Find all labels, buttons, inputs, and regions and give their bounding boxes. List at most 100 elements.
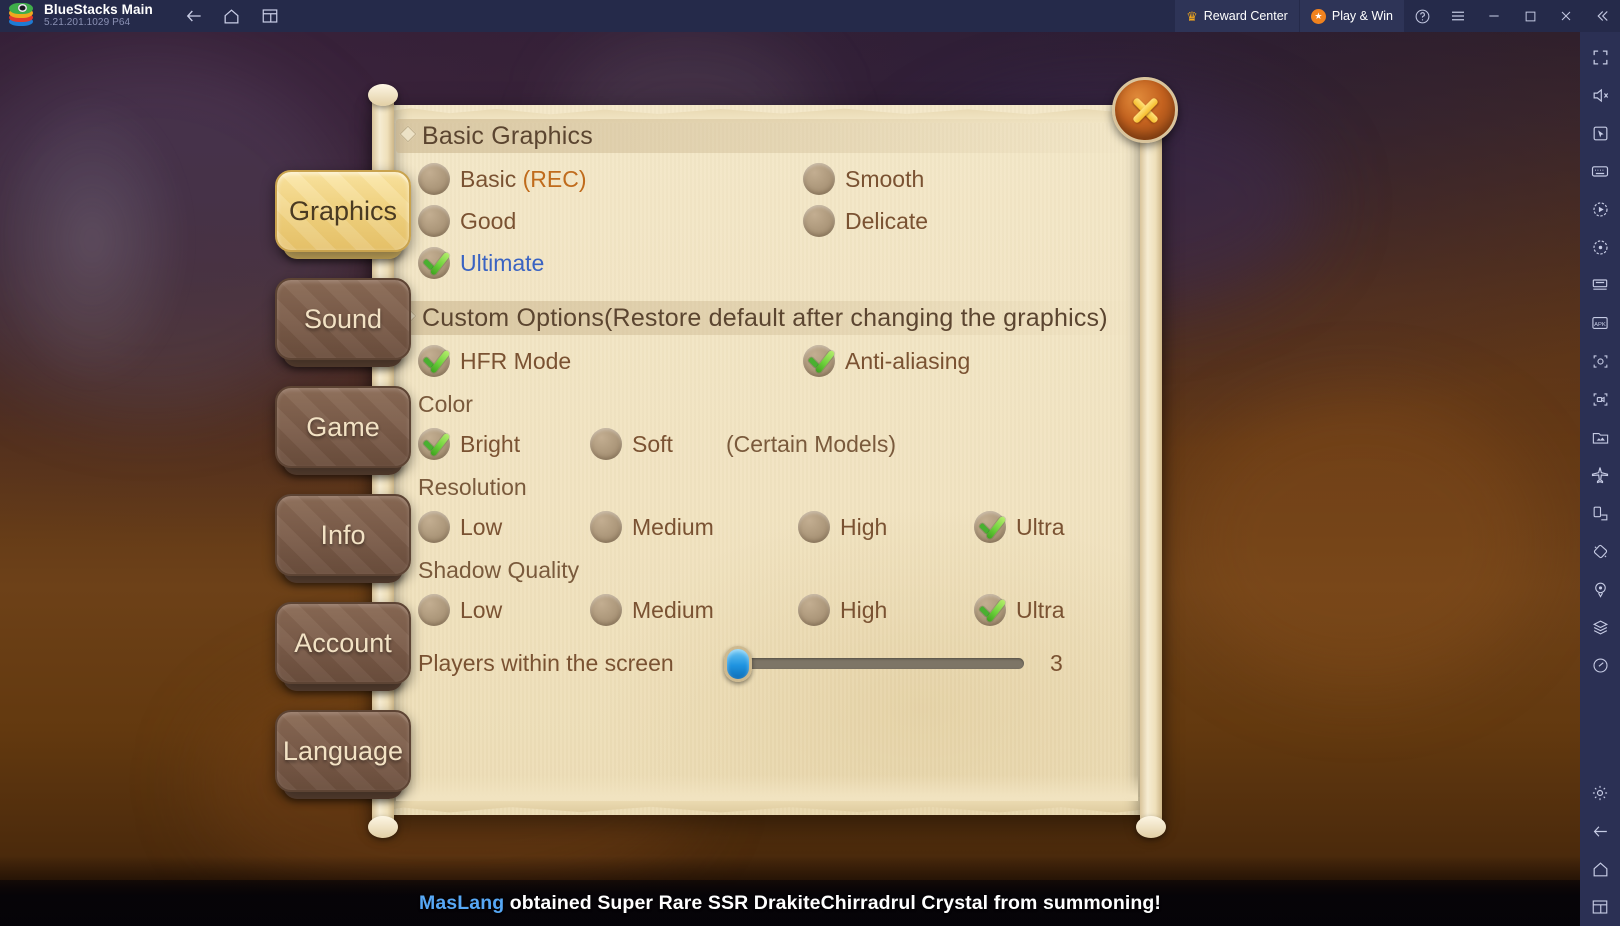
- option-resolution-low-label: Low: [460, 513, 503, 540]
- record-video-button[interactable]: [1580, 380, 1620, 418]
- option-good[interactable]: Good: [418, 205, 803, 237]
- location-icon: [1594, 582, 1606, 598]
- section-header-custom-options: Custom Options(Restore default after cha…: [396, 301, 1138, 335]
- rail-recents-button[interactable]: [1580, 888, 1620, 926]
- option-resolution-low[interactable]: Low: [418, 511, 590, 543]
- screenshot-icon: [1593, 354, 1607, 368]
- script-button[interactable]: [1580, 228, 1620, 266]
- players-within-screen-row: Players within the screen 3: [418, 645, 1138, 682]
- install-apk-button[interactable]: APK: [1580, 304, 1620, 342]
- option-resolution-ultra[interactable]: Ultra: [974, 511, 1065, 543]
- back-button[interactable]: [177, 1, 211, 31]
- option-smooth[interactable]: Smooth: [803, 163, 924, 195]
- option-ultimate[interactable]: Ultimate: [418, 247, 803, 279]
- home-button[interactable]: [215, 1, 249, 31]
- radio-basic-rec-icon: [418, 163, 450, 195]
- players-within-screen-slider[interactable]: [724, 645, 1024, 682]
- players-within-screen-label: Players within the screen: [418, 650, 674, 676]
- cursor-tool-button[interactable]: [1580, 114, 1620, 152]
- tab-info[interactable]: Info: [275, 494, 411, 583]
- settings-content: Basic Graphics Basic (REC) Smooth Good D…: [396, 119, 1138, 801]
- collapse-sidebar-button[interactable]: [1584, 0, 1620, 32]
- location-button[interactable]: [1580, 570, 1620, 608]
- layers-button[interactable]: [1580, 608, 1620, 646]
- option-resolution-medium[interactable]: Medium: [590, 511, 798, 543]
- radio-resolution-medium-icon: [590, 511, 622, 543]
- basic-graphics-row-1: Basic (REC) Smooth: [418, 163, 1138, 195]
- announcement-message: obtained Super Rare SSR DrakiteChirradru…: [504, 891, 1161, 914]
- option-shadow-low-label: Low: [460, 596, 503, 623]
- minimize-button[interactable]: [1476, 0, 1512, 32]
- minimize-icon: [1489, 15, 1499, 17]
- mute-button[interactable]: [1580, 76, 1620, 114]
- option-shadow-high[interactable]: High: [798, 594, 974, 626]
- radio-shadow-low-icon: [418, 594, 450, 626]
- option-anti-aliasing[interactable]: Anti-aliasing: [803, 345, 970, 377]
- radio-smooth-icon: [803, 163, 835, 195]
- radio-bright-checked-icon: [418, 428, 450, 460]
- help-circle-icon: [1415, 9, 1429, 23]
- titlebar-right-group: ♛ Reward Center ★ Play & Win: [1175, 0, 1620, 32]
- tab-game-label: Game: [306, 411, 380, 442]
- close-window-button[interactable]: [1548, 0, 1584, 32]
- home-icon: [224, 8, 239, 23]
- performance-button[interactable]: [1580, 646, 1620, 684]
- media-manager-icon: [1592, 432, 1608, 444]
- option-smooth-label: Smooth: [845, 165, 925, 192]
- option-delicate-label: Delicate: [845, 207, 929, 234]
- multi-instance-manager-button[interactable]: [1580, 266, 1620, 304]
- star-badge-icon: ★: [1310, 8, 1326, 24]
- media-manager-button[interactable]: [1580, 418, 1620, 456]
- option-basic-rec[interactable]: Basic (REC): [418, 163, 803, 195]
- fullscreen-button[interactable]: [1580, 38, 1620, 76]
- option-resolution-high-label: High: [840, 513, 888, 540]
- keyboard-controls-button[interactable]: [1580, 152, 1620, 190]
- option-resolution-ultra-label: Ultra: [1016, 513, 1065, 540]
- macro-recorder-button[interactable]: [1580, 190, 1620, 228]
- tab-game[interactable]: Game: [275, 386, 411, 475]
- option-hfr-mode[interactable]: HFR Mode: [418, 345, 803, 377]
- tilt-control-button[interactable]: [1580, 532, 1620, 570]
- svg-text:APK: APK: [1594, 322, 1606, 328]
- windows-icon: [1592, 900, 1608, 914]
- rotate-screen-button[interactable]: [1580, 494, 1620, 532]
- tab-sound[interactable]: Sound: [275, 278, 411, 367]
- reward-center-button[interactable]: ♛ Reward Center: [1175, 0, 1299, 32]
- option-delicate[interactable]: Delicate: [803, 205, 928, 237]
- chevrons-left-icon: [1597, 11, 1608, 21]
- option-resolution-medium-label: Medium: [632, 513, 714, 540]
- bluestacks-window: BlueStacks Main 5.21.201.1029 P64 ♛ Rewa…: [0, 0, 1620, 926]
- option-shadow-low[interactable]: Low: [418, 594, 590, 626]
- rail-back-button[interactable]: [1580, 812, 1620, 850]
- close-icon: [1561, 11, 1571, 21]
- option-resolution-high[interactable]: High: [798, 511, 974, 543]
- crown-icon: ♛: [1186, 8, 1198, 24]
- radio-soft-icon: [590, 428, 622, 460]
- tab-graphics-label: Graphics: [288, 195, 398, 226]
- option-color-bright[interactable]: Bright: [418, 428, 590, 460]
- menu-button[interactable]: [1440, 0, 1476, 32]
- bg-decor: [1180, 392, 1540, 692]
- slider-thumb[interactable]: [724, 645, 752, 682]
- close-settings-button[interactable]: [1112, 77, 1178, 143]
- macro-record-icon: [1592, 201, 1608, 217]
- close-icon: [1128, 93, 1162, 127]
- plane-icon: [1591, 467, 1609, 484]
- tab-language[interactable]: Language: [275, 710, 411, 799]
- tab-account[interactable]: Account: [275, 602, 411, 691]
- rail-home-button[interactable]: [1580, 850, 1620, 888]
- basic-graphics-row-2: Good Delicate: [418, 205, 1138, 237]
- settings-button[interactable]: [1580, 774, 1620, 812]
- multi-instance-button[interactable]: [253, 1, 287, 31]
- tab-graphics[interactable]: Graphics: [275, 170, 411, 259]
- maximize-button[interactable]: [1512, 0, 1548, 32]
- eco-mode-button[interactable]: [1580, 456, 1620, 494]
- gear-icon: [1592, 785, 1608, 801]
- option-color-soft[interactable]: Soft: [590, 428, 726, 460]
- screenshot-button[interactable]: [1580, 342, 1620, 380]
- help-button[interactable]: [1404, 0, 1440, 32]
- option-basic-rec-label: Basic (REC): [460, 165, 587, 192]
- play-and-win-button[interactable]: ★ Play & Win: [1298, 0, 1404, 32]
- option-shadow-ultra[interactable]: Ultra: [974, 594, 1065, 626]
- option-shadow-medium[interactable]: Medium: [590, 594, 798, 626]
